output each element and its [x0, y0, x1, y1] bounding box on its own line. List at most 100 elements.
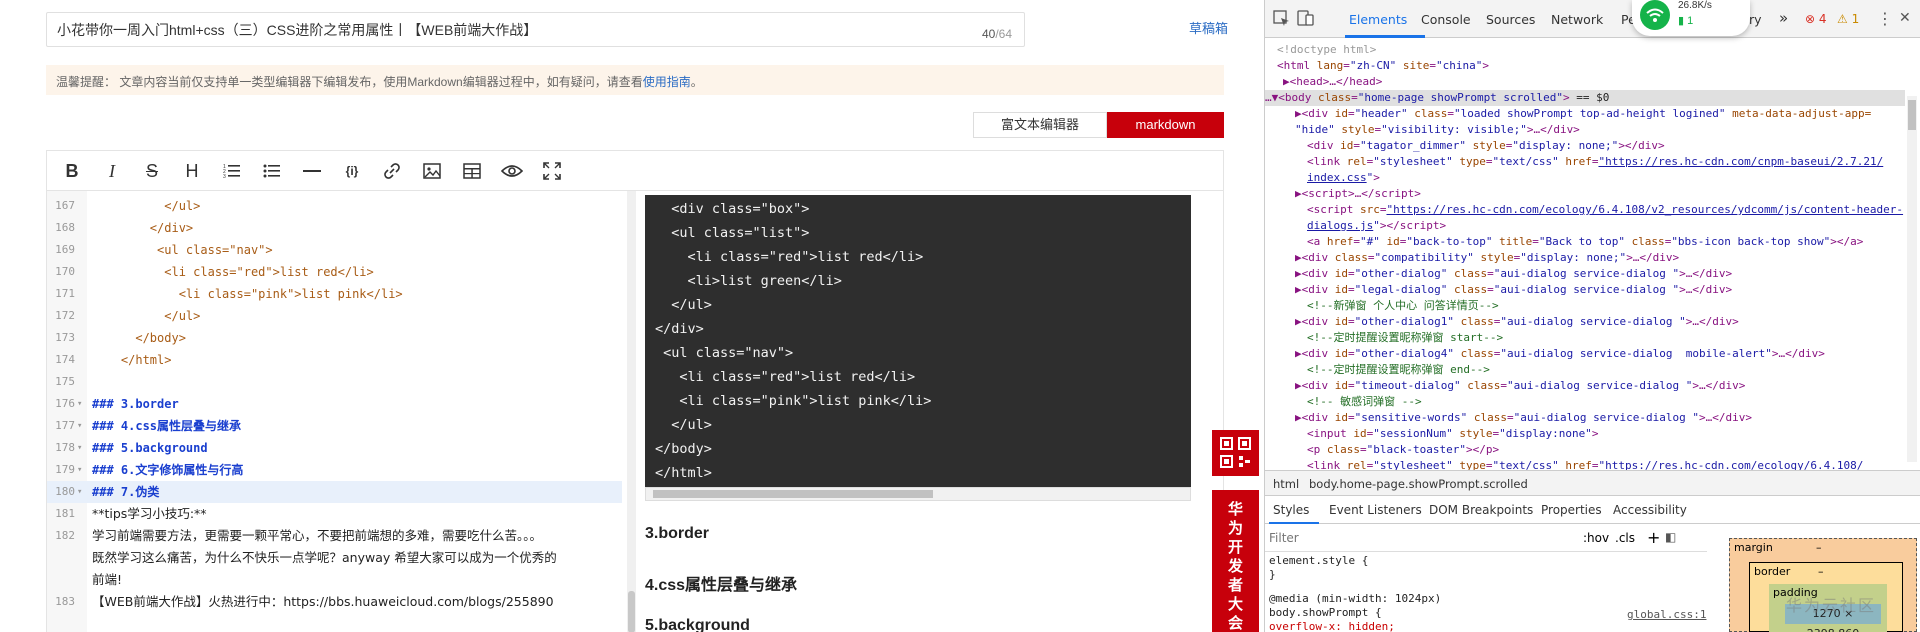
fold-toggle-icon[interactable]: ▾: [77, 459, 82, 481]
dom-node-head[interactable]: ▶<head>…</head>: [1283, 74, 1382, 90]
dom-node-body-selected[interactable]: …▼<body class="home-page showPrompt scro…: [1265, 90, 1905, 106]
draft-box-link[interactable]: 草稿箱: [1189, 18, 1228, 37]
dom-node[interactable]: ▶<div id="sensitive-words" class="aui-di…: [1295, 410, 1752, 426]
preview-eye-icon[interactable]: [499, 159, 525, 183]
dom-node-html[interactable]: <html lang="zh-CN" site="china">: [1277, 58, 1489, 74]
tab-network[interactable]: Network: [1551, 12, 1603, 27]
network-speed-widget[interactable]: 26.8K/s ▮ 1: [1632, 0, 1750, 36]
image-icon[interactable]: [419, 159, 445, 183]
subtab-dom-breakpoints[interactable]: DOM Breakpoints: [1429, 503, 1533, 517]
dom-node[interactable]: ▶<div id="timeout-dialog" class="aui-dia…: [1295, 378, 1745, 394]
dom-node[interactable]: "hide" style="visibility: visible;">…</d…: [1295, 122, 1580, 138]
dom-node[interactable]: ▶<div id="other-dialog1" class="aui-dial…: [1295, 314, 1739, 330]
dom-node[interactable]: dialogs.js"></script>: [1307, 218, 1446, 234]
dom-node[interactable]: <link rel="stylesheet" type="text/css" h…: [1307, 458, 1863, 470]
dom-comment[interactable]: <!--定时提醒设置昵称弹窗 start-->: [1307, 330, 1503, 346]
breadcrumb-body[interactable]: body.home-page.showPrompt.scrolled: [1309, 477, 1528, 491]
markdown-editor-button[interactable]: markdown: [1107, 112, 1224, 138]
horizontal-rule-icon[interactable]: [299, 159, 325, 183]
subtab-styles[interactable]: Styles: [1273, 503, 1309, 517]
dom-node[interactable]: ▶<div id="legal-dialog" class="aui-dialo…: [1295, 282, 1732, 298]
dom-node[interactable]: index.css">: [1307, 170, 1380, 186]
dom-node[interactable]: ▶<div id="other-dialog" class="aui-dialo…: [1295, 266, 1732, 282]
dom-node[interactable]: <a href="#" id="back-to-top" title="Back…: [1307, 234, 1863, 250]
italic-icon[interactable]: I: [99, 159, 125, 183]
fold-toggle-icon[interactable]: ▾: [77, 415, 82, 437]
source-line[interactable]: 171 <li class="pink">list pink</li>: [47, 283, 622, 305]
style-line[interactable]: overflow-x: hidden;: [1269, 620, 1395, 632]
qr-code-button[interactable]: [1212, 430, 1259, 476]
title-input[interactable]: 小花带你一周入门html+css（三）CSS进阶之常用属性丨【WEB前端大作战】…: [46, 12, 1025, 47]
more-tabs-button[interactable]: »: [1779, 9, 1788, 27]
source-scrollbar[interactable]: [627, 191, 636, 632]
style-line[interactable]: body.showPrompt {: [1269, 606, 1382, 619]
source-line[interactable]: 168 </div>: [47, 217, 622, 239]
huawei-developer-conference-banner[interactable]: 华为开发者大会: [1212, 490, 1259, 632]
inspect-element-icon[interactable]: [1273, 10, 1291, 28]
markdown-source-pane[interactable]: 167 </ul> 168 </div> 169 <ul class="nav"> 1…: [47, 191, 622, 632]
close-icon[interactable]: ✕: [1899, 10, 1911, 26]
tab-console[interactable]: Console: [1421, 12, 1471, 27]
tab-memory[interactable]: ry: [1749, 12, 1762, 27]
dom-node[interactable]: <div id="tagator_dimmer" style="display:…: [1307, 138, 1665, 154]
table-icon[interactable]: [459, 159, 485, 183]
source-line[interactable]: 174 </html>: [47, 349, 622, 371]
source-line[interactable]: 既然学习这么痛苦，为什么不快乐一点学呢？anyway 希望大家可以成为一个优秀的: [47, 547, 622, 569]
source-line[interactable]: 172 </ul>: [47, 305, 622, 327]
ordered-list-icon[interactable]: 123: [219, 159, 245, 183]
code-block-icon[interactable]: {i}: [339, 159, 365, 183]
fold-toggle-icon[interactable]: ▾: [77, 437, 82, 459]
unordered-list-icon[interactable]: [259, 159, 285, 183]
device-toolbar-icon[interactable]: [1297, 9, 1315, 27]
computed-sidebar-icon[interactable]: ◧: [1665, 530, 1676, 544]
bold-icon[interactable]: B: [59, 159, 85, 183]
subtab-event-listeners[interactable]: Event Listeners: [1329, 503, 1422, 517]
fullscreen-icon[interactable]: [539, 159, 565, 183]
dom-node[interactable]: <link rel="stylesheet" type="text/css" h…: [1307, 154, 1883, 170]
dom-node[interactable]: ▶<div id="header" class="loaded showProm…: [1295, 106, 1871, 122]
hover-state-toggle[interactable]: :hov: [1583, 531, 1609, 545]
link-icon[interactable]: [379, 159, 405, 183]
source-line[interactable]: 181 **tips学习小技巧:**: [47, 503, 622, 525]
styles-filter-input[interactable]: [1269, 528, 1565, 548]
source-line[interactable]: 169 <ul class="nav">: [47, 239, 622, 261]
dom-tree-scrollbar[interactable]: [1907, 96, 1917, 462]
add-rule-icon[interactable]: +: [1647, 528, 1660, 547]
warning-counter[interactable]: ⚠ 1: [1837, 12, 1859, 26]
source-line[interactable]: 183 【WEB前端大作战】火热进行中：https://bbs.huaweiclo…: [47, 591, 622, 613]
style-line[interactable]: element.style {: [1269, 554, 1368, 567]
source-line[interactable]: 176 ▾ ### 3.border: [47, 393, 622, 415]
source-line[interactable]: 180 ▾ ### 7.伪类: [47, 481, 622, 503]
title-text[interactable]: 小花带你一周入门html+css（三）CSS进阶之常用属性丨【WEB前端大作战】: [57, 20, 537, 40]
dom-tree[interactable]: <!doctype html> <html lang="zh-CN" site=…: [1265, 38, 1905, 470]
error-counter[interactable]: ⊗ 4: [1805, 12, 1827, 26]
code-scrollbar-thumb[interactable]: [653, 490, 933, 498]
style-source-link[interactable]: global.css:1: [1627, 608, 1706, 621]
source-line[interactable]: 170 <li class="red">list red</li>: [47, 261, 622, 283]
dom-doctype[interactable]: <!doctype html>: [1277, 42, 1376, 58]
kebab-menu-icon[interactable]: ⋮: [1877, 9, 1893, 28]
tab-sources[interactable]: Sources: [1486, 12, 1535, 27]
dom-tree-scrollbar-thumb[interactable]: [1908, 100, 1916, 130]
source-line[interactable]: 178 ▾ ### 5.background: [47, 437, 622, 459]
strikethrough-icon[interactable]: S: [139, 159, 165, 183]
class-toggle[interactable]: .cls: [1615, 531, 1635, 545]
dom-comment[interactable]: <!--新弹窗 个人中心 问答详情页-->: [1307, 298, 1499, 314]
dom-node[interactable]: <input id="sessionNum" style="display:no…: [1307, 426, 1598, 442]
source-scrollbar-thumb[interactable]: [628, 591, 635, 632]
subtab-accessibility[interactable]: Accessibility: [1613, 503, 1687, 517]
source-line[interactable]: 167 </ul>: [47, 195, 622, 217]
heading-icon[interactable]: H: [179, 159, 205, 183]
source-line[interactable]: 前端!: [47, 569, 622, 591]
subtab-properties[interactable]: Properties: [1541, 503, 1602, 517]
fold-toggle-icon[interactable]: ▾: [77, 481, 82, 503]
dom-comment[interactable]: <!--定时提醒设置昵称弹窗 end-->: [1307, 362, 1490, 378]
breadcrumb-html[interactable]: html: [1273, 477, 1299, 491]
fold-toggle-icon[interactable]: ▾: [77, 393, 82, 415]
rich-text-editor-button[interactable]: 富文本编辑器: [973, 112, 1107, 138]
source-line[interactable]: 179 ▾ ### 6.文字修饰属性与行高: [47, 459, 622, 481]
dom-node[interactable]: ▶<div id="other-dialog4" class="aui-dial…: [1295, 346, 1825, 362]
dom-node[interactable]: <script src="https://res.hc-cdn.com/ecol…: [1307, 202, 1903, 218]
dom-node[interactable]: ▶<script>…</script>: [1295, 186, 1421, 202]
tab-elements[interactable]: Elements: [1349, 12, 1407, 27]
